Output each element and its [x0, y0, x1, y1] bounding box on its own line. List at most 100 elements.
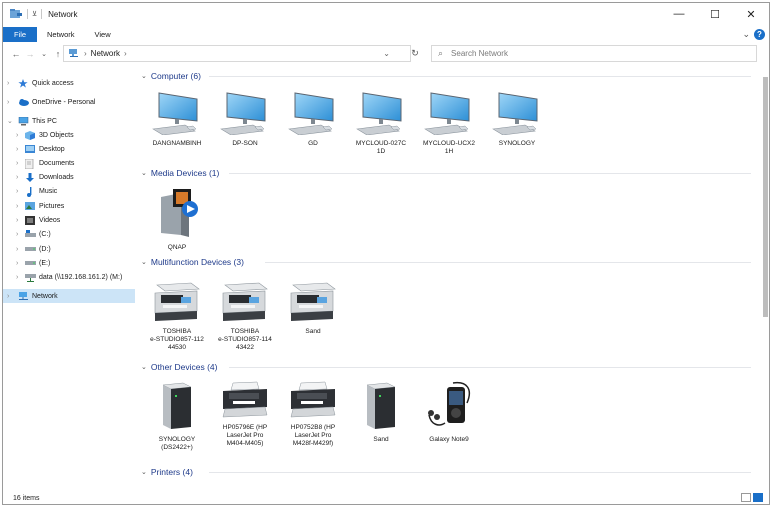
expand-chevron-icon[interactable]: › [16, 260, 18, 267]
group-header[interactable]: ⌄ Printers (4) [141, 465, 193, 479]
expand-chevron-icon[interactable]: › [7, 99, 9, 106]
group-header[interactable]: ⌄ Media Devices (1) [141, 166, 219, 180]
sidebar-item[interactable]: › Downloads [3, 170, 135, 184]
sidebar-item[interactable]: › Desktop [3, 142, 135, 156]
tab-file[interactable]: File [3, 27, 37, 42]
expand-ribbon-icon[interactable]: ⌄ [742, 29, 750, 40]
device-label: SYNOLOGY (DS2422+) [158, 436, 196, 451]
maximize-button[interactable]: ☐ [697, 3, 733, 25]
network-device-item[interactable]: HP0752B8 (HP LaserJet Pro M428f-M429f) [281, 379, 345, 448]
network-device-item[interactable]: TOSHIBA e-STUDIO857-112 44530 [145, 279, 209, 352]
server-icon [359, 379, 403, 433]
back-button[interactable]: ← [9, 49, 23, 59]
network-device-item[interactable]: GD [281, 91, 345, 148]
breadcrumb-network[interactable]: Network [91, 49, 120, 58]
breadcrumb-chevron[interactable]: › [124, 49, 127, 58]
sidebar-item-label: Videos [39, 216, 61, 224]
refresh-button[interactable]: ↻ [408, 45, 422, 62]
sidebar-item[interactable]: › 3D Objects [3, 128, 135, 142]
customize-toolbar-icon[interactable]: ⊻ [32, 10, 37, 18]
network-device-item[interactable]: HP05796E (HP LaserJet Pro M404-M405) [213, 379, 277, 448]
device-label: MYCLOUD-UCX2 1H [422, 140, 475, 155]
window-title: Network [48, 9, 78, 19]
sidebar-item[interactable]: › Documents [3, 156, 135, 170]
expand-chevron-icon[interactable]: › [16, 174, 18, 181]
group-title: Media Devices (1) [150, 168, 220, 178]
sidebar-item-label: Pictures [39, 202, 65, 210]
expand-chevron-icon[interactable]: › [16, 132, 18, 139]
help-icon[interactable]: ? [754, 29, 765, 40]
computer-icon [18, 116, 29, 126]
sidebar-item-label: (E:) [39, 259, 51, 267]
sidebar-item[interactable]: › (C:) [3, 227, 135, 241]
media-player-icon [423, 379, 475, 433]
network-device-item[interactable]: QNAP [145, 187, 209, 252]
network-device-item[interactable]: SYNOLOGY [485, 91, 549, 148]
group-title: Multifunction Devices (3) [150, 257, 244, 267]
sidebar-item[interactable]: › Music [3, 184, 135, 198]
expand-chevron-icon[interactable]: › [16, 203, 18, 210]
sidebar-item[interactable]: › Quick access [3, 76, 135, 90]
tab-view[interactable]: View [85, 27, 121, 42]
network-device-item[interactable]: SYNOLOGY (DS2422+) [145, 379, 209, 452]
network-device-item[interactable]: Sand [349, 379, 413, 444]
scrollbar-thumb[interactable] [763, 77, 768, 317]
recent-locations-button[interactable]: ⌄ [37, 50, 51, 58]
collapse-chevron-icon[interactable]: ⌄ [141, 468, 147, 476]
collapse-chevron-icon[interactable]: ⌄ [141, 363, 147, 371]
folder-network-icon[interactable] [9, 8, 23, 21]
address-bar[interactable]: › Network › ⌄ [63, 45, 411, 62]
sidebar-item[interactable]: ⌄ This PC [3, 114, 135, 128]
group-title: Other Devices (4) [150, 362, 218, 372]
expand-chevron-icon[interactable]: › [16, 188, 18, 195]
view-buttons [741, 493, 763, 502]
expand-chevron-icon[interactable]: › [7, 80, 9, 87]
collapse-chevron-icon[interactable]: ⌄ [141, 258, 147, 266]
system-drive-icon [25, 230, 36, 238]
group-header[interactable]: ⌄ Computer (6) [141, 69, 201, 83]
expand-chevron-icon[interactable]: › [16, 246, 18, 253]
collapse-chevron-icon[interactable]: ⌄ [141, 72, 147, 80]
device-label: HP05796E (HP LaserJet Pro M404-M405) [222, 424, 268, 447]
search-input[interactable]: Search Network [451, 49, 508, 58]
search-box[interactable]: ⌕ Search Network [431, 45, 757, 62]
pictures-icon [25, 202, 35, 211]
forward-button[interactable]: → [23, 49, 37, 59]
network-device-item[interactable]: MYCLOUD-027C 1D [349, 91, 413, 156]
network-device-item[interactable]: TOSHIBA e-STUDIO857-114 43422 [213, 279, 277, 352]
sidebar-item[interactable]: › Pictures [3, 199, 135, 213]
network-device-item[interactable]: DANGNAMBINH [145, 91, 209, 148]
sidebar-item[interactable]: › Network [3, 289, 135, 304]
sidebar-item[interactable]: › (E:) [3, 256, 135, 270]
sidebar-item[interactable]: › Videos [3, 213, 135, 227]
network-device-item[interactable]: DP-SON [213, 91, 277, 148]
group-header[interactable]: ⌄ Multifunction Devices (3) [141, 255, 244, 269]
expand-chevron-icon[interactable]: › [16, 231, 18, 238]
sidebar-item-label: 3D Objects [39, 131, 74, 139]
close-button[interactable]: ✕ [733, 3, 769, 25]
expand-chevron-icon[interactable]: › [16, 146, 18, 153]
network-device-item[interactable]: MYCLOUD-UCX2 1H [417, 91, 481, 156]
expand-chevron-icon[interactable]: › [7, 293, 9, 300]
sidebar-item[interactable]: › data (\\192.168.161.2) (M:) [3, 270, 135, 284]
network-device-item[interactable]: Galaxy Note9 [417, 379, 481, 444]
expand-chevron-icon[interactable]: › [16, 160, 18, 167]
expand-chevron-icon[interactable]: › [16, 274, 18, 281]
device-label: QNAP [167, 244, 187, 251]
drive-icon [25, 259, 36, 267]
network-device-item[interactable]: Sand [281, 279, 345, 336]
large-icons-view-icon[interactable] [753, 493, 763, 502]
address-dropdown-icon[interactable]: ⌄ [383, 49, 390, 58]
device-label: Sand [373, 436, 389, 443]
group-header[interactable]: ⌄ Other Devices (4) [141, 360, 217, 374]
sidebar-item-label: Network [32, 292, 58, 300]
vertical-scrollbar[interactable] [761, 69, 769, 489]
expand-chevron-icon[interactable]: › [16, 217, 18, 224]
sidebar-item[interactable]: › OneDrive - Personal [3, 95, 135, 109]
tab-network[interactable]: Network [37, 27, 85, 42]
collapse-chevron-icon[interactable]: ⌄ [141, 169, 147, 177]
minimize-button[interactable]: — [661, 3, 697, 25]
sidebar-item[interactable]: › (D:) [3, 242, 135, 256]
details-view-icon[interactable] [741, 493, 751, 502]
expand-chevron-icon[interactable]: ⌄ [7, 117, 13, 125]
